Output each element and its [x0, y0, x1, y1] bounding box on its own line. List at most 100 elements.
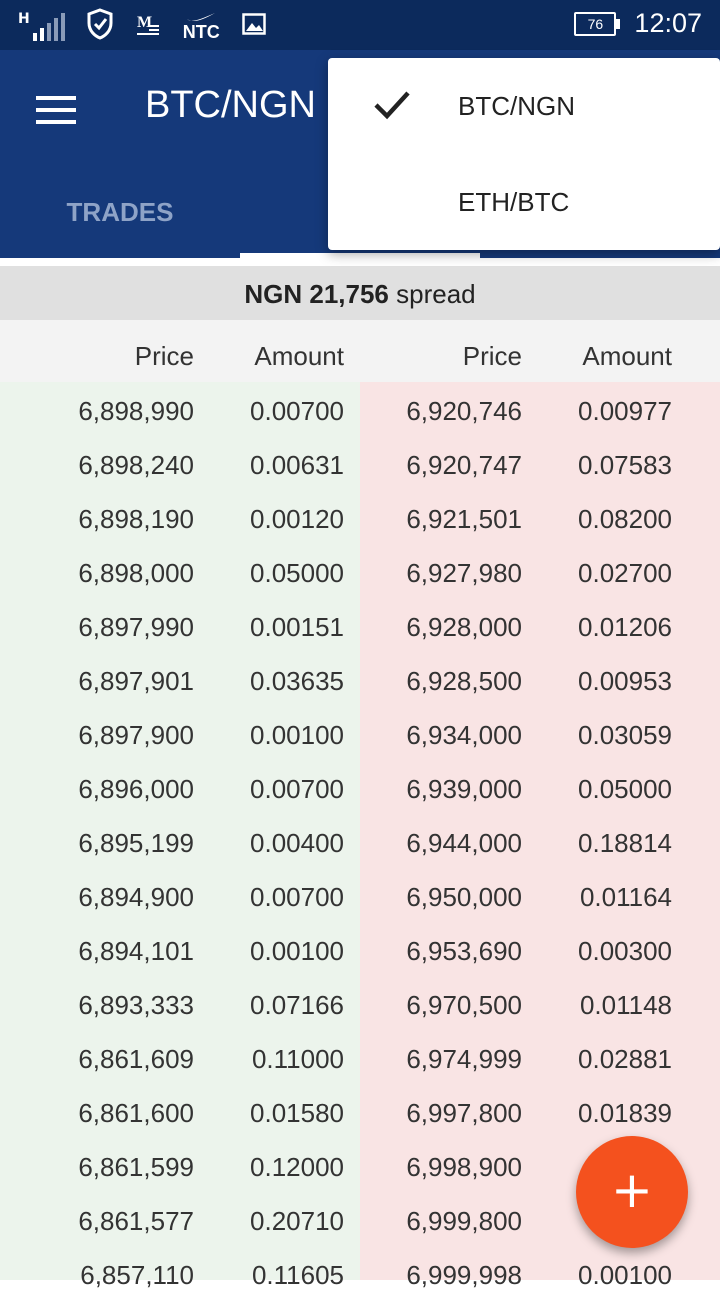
status-right: 76 12:07 — [574, 8, 702, 39]
table-row: 6,894,101 0.00100 6,953,690 0.00300 — [0, 922, 720, 976]
table-row: 6,861,609 0.11000 6,974,999 0.02881 — [0, 1030, 720, 1084]
ask-price-cell: 6,999,998 — [406, 1260, 522, 1290]
table-row: 6,895,199 0.00400 6,944,000 0.18814 — [0, 814, 720, 868]
table-row: 6,898,190 0.00120 6,921,501 0.08200 — [0, 490, 720, 544]
bid-amount-cell: 0.00700 — [250, 396, 344, 426]
tab-indicator — [240, 253, 480, 258]
mobile-money-icon: M — [135, 11, 161, 41]
table-row: 6,898,240 0.00631 6,920,747 0.07583 — [0, 436, 720, 490]
ask-price-cell: 6,998,900 — [406, 1152, 522, 1182]
bid-price-cell: 6,861,599 — [78, 1152, 194, 1182]
network-type: H — [18, 11, 30, 27]
bid-price-cell: 6,894,900 — [78, 882, 194, 912]
bid-price-cell: 6,893,333 — [78, 990, 194, 1020]
ask-price-cell: 6,921,501 — [406, 504, 522, 534]
bid-price-header: Price — [134, 341, 194, 371]
status-icons: H M NTC — [18, 8, 266, 44]
bid-amount-cell: 0.00400 — [250, 828, 344, 858]
ask-price-cell: 6,970,500 — [406, 990, 522, 1020]
bid-price-cell: 6,861,609 — [78, 1044, 194, 1074]
add-order-button[interactable]: + — [576, 1136, 688, 1248]
menu-item-label: ETH/BTC — [458, 187, 570, 217]
bid-price-cell: 6,861,600 — [78, 1098, 194, 1128]
ask-price-cell: 6,934,000 — [406, 720, 522, 750]
bid-price-cell: 6,898,990 — [78, 396, 194, 426]
bid-amount-cell: 0.00700 — [250, 774, 344, 804]
check-icon — [373, 88, 411, 126]
ask-amount-cell: 0.00100 — [578, 1260, 672, 1290]
ask-amount-cell: 0.07583 — [578, 450, 672, 480]
ask-price-cell: 6,950,000 — [406, 882, 522, 912]
menu-item-label: BTC/NGN — [458, 91, 575, 121]
ask-amount-cell: 0.03059 — [578, 720, 672, 750]
nike-ntc-icon: NTC — [183, 11, 220, 41]
bid-amount-cell: 0.03635 — [250, 666, 344, 696]
page-title[interactable]: BTC/NGN — [145, 84, 316, 127]
ntc-label: NTC — [182, 22, 220, 42]
bid-price-cell: 6,897,900 — [78, 720, 194, 750]
ask-price-header: Price — [462, 341, 522, 371]
table-row: 6,861,600 0.01580 6,997,800 0.01839 — [0, 1084, 720, 1138]
ask-amount-cell: 0.01839 — [578, 1098, 672, 1128]
bid-amount-cell: 0.00700 — [250, 882, 344, 912]
hamburger-menu-icon[interactable] — [36, 96, 76, 124]
bid-amount-cell: 0.00120 — [250, 504, 344, 534]
bid-price-cell: 6,861,577 — [78, 1206, 194, 1236]
bid-price-cell: 6,897,901 — [78, 666, 194, 696]
bid-price-cell: 6,896,000 — [78, 774, 194, 804]
bid-price-cell: 6,898,190 — [78, 504, 194, 534]
table-row: 6,898,000 0.05000 6,927,980 0.02700 — [0, 544, 720, 598]
ask-amount-header: Amount — [582, 341, 672, 371]
ask-amount-cell: 0.02881 — [578, 1044, 672, 1074]
bid-price-cell: 6,898,000 — [78, 558, 194, 588]
bid-amount-cell: 0.00100 — [250, 936, 344, 966]
table-row: 6,894,900 0.00700 6,950,000 0.01164 — [0, 868, 720, 922]
ask-price-cell: 6,928,000 — [406, 612, 522, 642]
bid-amount-cell: 0.07166 — [250, 990, 344, 1020]
battery-icon: 76 — [574, 11, 621, 36]
ask-amount-cell: 0.01206 — [578, 612, 672, 642]
bid-price-cell: 6,898,240 — [78, 450, 194, 480]
pair-dropdown-menu: BTC/NGN ETH/BTC — [328, 58, 720, 250]
clock: 12:07 — [634, 8, 702, 38]
spread-banner: NGN 21,756 spread — [0, 266, 720, 320]
ask-price-cell: 6,939,000 — [406, 774, 522, 804]
table-row: 6,897,900 0.00100 6,934,000 0.03059 — [0, 706, 720, 760]
signal-icon: H — [18, 11, 65, 41]
bid-amount-cell: 0.01580 — [250, 1098, 344, 1128]
bid-price-cell: 6,857,110 — [80, 1260, 194, 1290]
table-row: 6,897,990 0.00151 6,928,000 0.01206 — [0, 598, 720, 652]
table-row: 6,857,110 0.11605 6,999,998 0.00100 — [0, 1246, 720, 1300]
ask-amount-cell: 0.01148 — [579, 990, 672, 1020]
svg-text:M: M — [137, 14, 152, 31]
image-icon — [241, 13, 266, 39]
ask-amount-cell: 0.00300 — [578, 936, 672, 966]
ask-price-cell: 6,953,690 — [406, 936, 522, 966]
ask-amount-cell: 0.00953 — [578, 666, 672, 696]
menu-item-btc-ngn[interactable]: BTC/NGN — [328, 58, 720, 154]
tab-trades[interactable]: TRADES — [0, 186, 240, 258]
bid-price-cell: 6,894,101 — [78, 936, 194, 966]
bid-price-cell: 6,897,990 — [78, 612, 194, 642]
plus-icon: + — [611, 1161, 653, 1219]
table-row: 6,897,901 0.03635 6,928,500 0.00953 — [0, 652, 720, 706]
ask-amount-cell: 0.02700 — [578, 558, 672, 588]
ask-amount-cell: 0.08200 — [578, 504, 672, 534]
ask-price-cell: 6,920,747 — [406, 450, 522, 480]
column-headers: Price Amount Price Amount — [0, 320, 720, 382]
bid-amount-cell: 0.12000 — [250, 1152, 344, 1182]
ask-price-cell: 6,928,500 — [406, 666, 522, 696]
ask-amount-cell: 0.18814 — [578, 828, 672, 858]
menu-item-eth-btc[interactable]: ETH/BTC — [328, 154, 720, 250]
spread-value: NGN 21,756 — [244, 279, 389, 309]
ask-price-cell: 6,997,800 — [406, 1098, 522, 1128]
bid-amount-cell: 0.00100 — [250, 720, 344, 750]
bid-amount-cell: 0.00631 — [250, 450, 344, 480]
ask-price-cell: 6,974,999 — [406, 1044, 522, 1074]
ask-price-cell: 6,927,980 — [406, 558, 522, 588]
ask-price-cell: 6,920,746 — [406, 396, 522, 426]
ask-price-cell: 6,944,000 — [406, 828, 522, 858]
bid-amount-header: Amount — [254, 341, 344, 371]
ask-amount-cell: 0.00977 — [578, 396, 672, 426]
spread-label: spread — [388, 279, 476, 309]
